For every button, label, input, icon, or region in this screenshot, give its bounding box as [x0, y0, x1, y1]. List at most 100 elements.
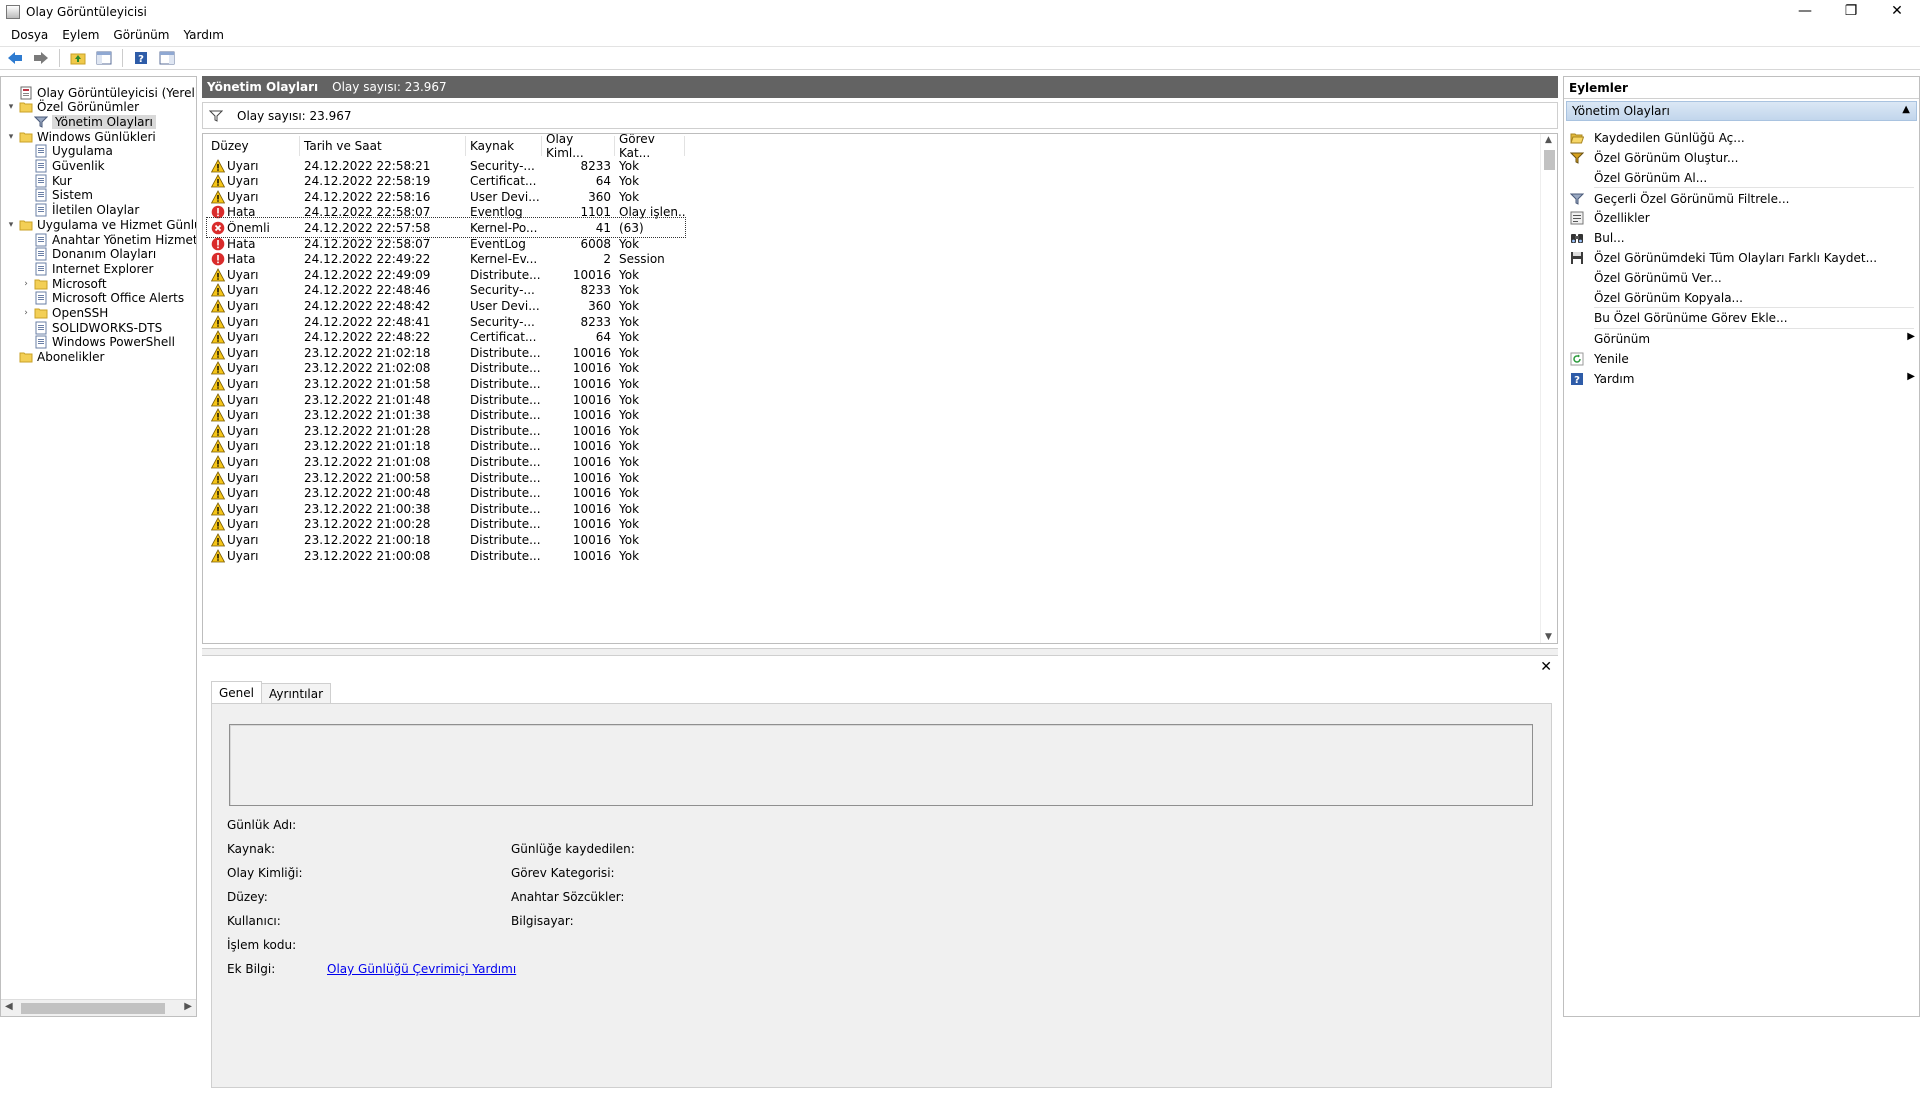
tab-details[interactable]: Ayrıntılar	[261, 683, 332, 703]
log-icon	[34, 291, 48, 305]
restore-button[interactable]: ❐	[1828, 0, 1874, 22]
svg-text:?: ?	[1574, 375, 1580, 386]
scroll-thumb[interactable]	[1544, 150, 1555, 170]
scroll-thumb[interactable]	[21, 1003, 165, 1014]
scroll-up-icon[interactable]: ▲	[1545, 135, 1552, 145]
action-item[interactable]: Bul...	[1570, 228, 1915, 248]
scroll-right-icon[interactable]: ▶	[184, 1001, 192, 1012]
column-header-event-id[interactable]: Olay Kiml...	[542, 134, 615, 160]
cell-source: Distribute...	[470, 376, 541, 391]
actions-header: Eylemler	[1564, 77, 1919, 99]
action-item[interactable]: Özel Görünümdeki Tüm Olayları Farklı Kay…	[1570, 248, 1915, 268]
cell-source: Distribute...	[470, 486, 541, 501]
action-item[interactable]: ? Yardım ▶	[1570, 369, 1915, 389]
action-item[interactable]: Geçerli Özel Görünümü Filtrele...	[1569, 189, 1915, 209]
field-task-category: Görev Kategorisi:	[511, 866, 615, 880]
cell-level: Uyarı	[207, 330, 300, 344]
menu-bar: Dosya Eylem Görünüm Yardım	[0, 25, 231, 45]
scroll-down-icon[interactable]: ▼	[1545, 632, 1552, 642]
column-header-date[interactable]: Tarih ve Saat	[300, 136, 466, 156]
chevron-down-icon[interactable]: ▾	[5, 220, 17, 230]
chevron-down-icon[interactable]: ▾	[5, 132, 17, 142]
close-details-icon[interactable]: ✕	[1540, 659, 1552, 675]
tab-general[interactable]: Genel	[211, 681, 263, 703]
log-icon	[34, 144, 48, 158]
actions-section-title: Yönetim Olayları	[1572, 104, 1670, 118]
warning-icon	[210, 330, 226, 344]
action-item[interactable]: Özel Görünümü Ver...	[1570, 268, 1915, 288]
tree-horizontal-scrollbar[interactable]: ◀ ▶	[1, 999, 196, 1016]
cell-task: Yok	[619, 408, 640, 423]
tree-item-label: Internet Explorer	[52, 261, 154, 276]
show-hide-action-pane-button[interactable]	[156, 48, 178, 68]
back-arrow-icon	[8, 52, 22, 64]
tree-item[interactable]: Abonelikler	[5, 349, 104, 366]
event-message-box[interactable]	[229, 724, 1533, 806]
action-item-label: Yardım	[1594, 372, 1635, 386]
cell-event-id: 6008	[580, 236, 611, 251]
menu-action[interactable]: Eylem	[55, 28, 106, 42]
action-item[interactable]: Yenile	[1570, 349, 1915, 369]
action-item-label: Bu Özel Görünüme Görev Ekle...	[1594, 311, 1788, 325]
show-hide-tree-button[interactable]	[93, 48, 115, 68]
cell-event-id: 10016	[572, 517, 611, 532]
chevron-right-icon[interactable]: ›	[20, 308, 32, 318]
menu-view[interactable]: Görünüm	[106, 28, 176, 42]
action-item-label: Yenile	[1594, 352, 1629, 366]
cell-event-id: 64	[595, 174, 611, 189]
minimize-button[interactable]: —	[1782, 0, 1828, 22]
action-item[interactable]: Özel Görünüm Kopyala...	[1570, 288, 1915, 308]
actions-section-header[interactable]: Yönetim Olayları ▲	[1566, 101, 1917, 121]
pane-splitter[interactable]	[202, 648, 1558, 656]
online-help-link[interactable]: Olay Günlüğü Çevrimiçi Yardımı	[327, 962, 516, 976]
back-button[interactable]	[4, 48, 26, 68]
log-icon	[34, 247, 48, 261]
close-button[interactable]: ✕	[1874, 0, 1920, 22]
forward-button[interactable]	[30, 48, 52, 68]
warning-icon	[210, 439, 226, 453]
menu-help[interactable]: Yardım	[176, 28, 230, 42]
column-header-source[interactable]: Kaynak	[466, 136, 542, 156]
up-level-button[interactable]	[67, 48, 89, 68]
cell-level: Uyarı	[207, 408, 300, 422]
cell-source: User Devi...	[470, 298, 540, 313]
warning-icon	[210, 314, 226, 329]
cell-task: Yok	[619, 330, 640, 345]
cell-level-text: Uyarı	[227, 298, 259, 313]
cell-date: 24.12.2022 22:58:07	[304, 205, 431, 220]
table-row[interactable]: Uyarı 23.12.2022 21:00:08 Distribute... 100…	[207, 546, 685, 565]
tree-item-label: Donanım Olayları	[52, 247, 157, 262]
cell-level: Uyarı	[207, 517, 300, 531]
help-button[interactable]: ?	[130, 48, 152, 68]
action-item[interactable]: Görünüm ▶	[1570, 329, 1915, 349]
cell-level-text: Uyarı	[227, 330, 259, 345]
cell-date: 24.12.2022 22:58:21	[304, 158, 431, 173]
chevron-right-icon[interactable]: ›	[20, 279, 32, 289]
folder-icon	[19, 218, 33, 232]
chevron-down-icon[interactable]: ▾	[5, 102, 17, 112]
window-title: Olay Görüntüleyicisi	[26, 5, 147, 19]
action-divider	[1594, 187, 1914, 188]
window-controls: — ❐ ✕	[1782, 0, 1920, 22]
action-item[interactable]: Özel Görünüm Al...	[1570, 168, 1915, 188]
action-item[interactable]: Kaydedilen Günlüğü Aç...	[1570, 128, 1915, 148]
cell-level: Hata	[207, 252, 300, 266]
column-header-level[interactable]: Düzey	[207, 136, 300, 156]
action-item[interactable]: Özel Görünüm Oluştur...	[1569, 148, 1915, 168]
field-computer: Bilgisayar:	[511, 914, 574, 928]
cell-level: Uyarı	[207, 361, 300, 375]
collapse-icon[interactable]: ▲	[1902, 104, 1910, 115]
filter-icon	[33, 115, 49, 129]
menu-file[interactable]: Dosya	[4, 28, 55, 42]
action-item[interactable]: Özellikler	[1570, 208, 1915, 228]
cell-task: Yok	[619, 392, 640, 407]
cell-source: Kernel-Po...	[470, 220, 538, 235]
cell-task: Yok	[619, 517, 640, 532]
field-event-id: Olay Kimliği:	[227, 866, 303, 880]
cell-level: Uyarı	[207, 393, 300, 407]
action-item[interactable]: Bu Özel Görünüme Görev Ekle...	[1570, 308, 1915, 328]
cell-level: Uyarı	[207, 455, 300, 469]
column-header-task[interactable]: Görev Kat...	[615, 134, 685, 160]
grid-vertical-scrollbar[interactable]: ▲ ▼	[1540, 134, 1557, 643]
scroll-left-icon[interactable]: ◀	[5, 1001, 13, 1012]
